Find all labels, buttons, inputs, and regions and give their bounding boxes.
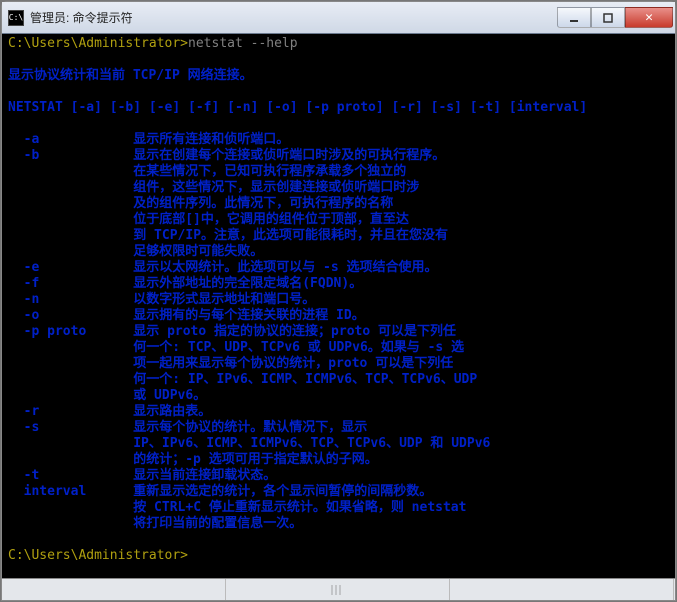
opt-interval-label: interval 重新显示选定的统计，各个显示间暂停的间隔秒数。 [8,484,432,499]
titlebar[interactable]: C:\ 管理员: 命令提示符 ✕ [2,2,675,34]
opt-s-line: 的统计；-p 选项可用于指定默认的子网。 [8,452,378,467]
opt-b-line: 在某些情况下，已知可执行程序承载多个独立的 [8,164,406,179]
opt-f-label: -f 显示外部地址的完全限定域名(FQDN)。 [8,276,362,291]
status-segment [450,579,674,600]
window-title: 管理员: 命令提示符 [30,9,557,26]
maximize-icon [603,13,613,23]
window-controls: ✕ [557,7,673,28]
prompt-command: netstat --help [188,36,298,51]
close-icon: ✕ [645,10,653,25]
opt-b-line: 到 TCP/IP。注意，此选项可能很耗时，并且在您没有 [8,228,448,243]
maximize-button[interactable] [591,7,625,28]
opt-b-line: 及的组件序列。此情况下，可执行程序的名称 [8,196,393,211]
close-button[interactable]: ✕ [625,7,673,28]
prompt-path-2: C:\Users\Administrator> [8,548,188,563]
minimize-icon [569,13,579,23]
help-usage: NETSTAT [-a] [-b] [-e] [-f] [-n] [-o] [-… [8,100,587,115]
opt-p-line: 何一个: IP、IPv6、ICMP、ICMPv6、TCP、TCPv6、UDP [8,372,477,387]
cmd-window: C:\ 管理员: 命令提示符 ✕ C:\Users\Administrator>… [1,1,676,601]
opt-b-line: 足够权限时可能失败。 [8,244,263,259]
opt-p-line: 或 UDPv6。 [8,388,206,403]
cmd-icon: C:\ [8,10,24,26]
opt-s-label: -s 显示每个协议的统计。默认情况下，显示 [8,420,367,435]
status-bar [2,578,675,600]
grip-icon [331,585,345,595]
opt-p-line: 项一起用来显示每个协议的统计，proto 可以是下列任 [8,356,453,371]
opt-n-label: -n 以数字形式显示地址和端口号。 [8,292,315,307]
opt-b-label: -b 显示在创建每个连接或侦听端口时涉及的可执行程序。 [8,148,445,163]
opt-p-label: -p proto 显示 proto 指定的协议的连接；proto 可以是下列任 [8,324,456,339]
opt-a-label: -a 显示所有连接和侦听端口。 [8,132,289,147]
opt-interval-line: 按 CTRL+C 停止重新显示统计。如果省略，则 netstat [8,500,466,515]
opt-t-label: -t 显示当前连接卸载状态。 [8,468,276,483]
opt-o-label: -o 显示拥有的与每个连接关联的进程 ID。 [8,308,365,323]
opt-b-line: 组件，这些情况下，显示创建连接或侦听端口时涉 [8,180,419,195]
opt-interval-line: 将打印当前的配置信息一次。 [8,516,302,531]
opt-s-line: IP、IPv6、ICMP、ICMPv6、TCP、TCPv6、UDP 和 UDPv… [8,436,490,451]
opt-r-label: -r 显示路由表。 [8,404,211,419]
opt-p-line: 何一个: TCP、UDP、TCPv6 或 UDPv6。如果与 -s 选 [8,340,464,355]
help-intro: 显示协议统计和当前 TCP/IP 网络连接。 [8,68,253,83]
status-segment [226,579,450,600]
opt-b-line: 位于底部[]中，它调用的组件位于顶部，直至达 [8,212,409,227]
status-segment [2,579,226,600]
prompt-path: C:\Users\Administrator> [8,36,188,51]
minimize-button[interactable] [557,7,591,28]
opt-e-label: -e 显示以太网统计。此选项可以与 -s 选项结合使用。 [8,260,438,275]
terminal-output[interactable]: C:\Users\Administrator>netstat --help 显示… [2,34,675,578]
